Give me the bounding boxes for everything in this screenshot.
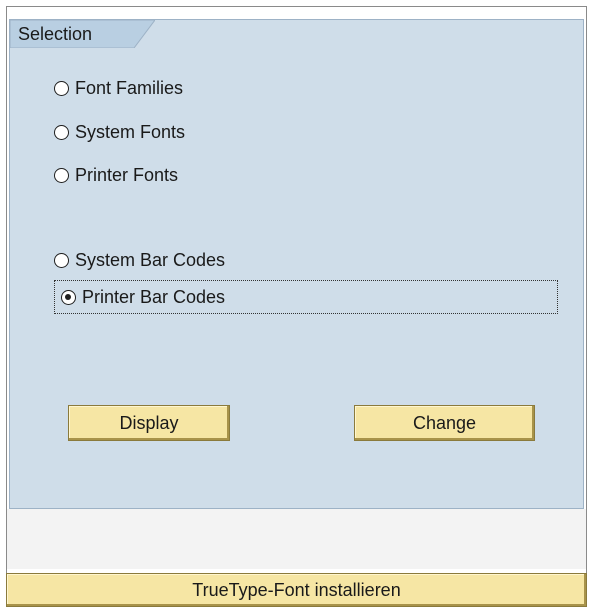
radio-label-font-families: Font Families [75,77,184,98]
radio-label-printer-fonts: Printer Fonts [75,164,179,185]
font-maintenance-window: Selection Font Families System Fonts Pri… [6,6,587,607]
radio-printer-fonts[interactable]: Printer Fonts [54,159,178,191]
radio-printer-bar-codes[interactable]: Printer Bar Codes [54,280,558,314]
radio-button-icon[interactable] [54,124,69,140]
radio-label-printer-bar-codes: Printer Bar Codes [82,286,226,307]
footer-strip [7,509,586,569]
radio-button-icon[interactable] [54,252,69,268]
radio-font-families[interactable]: Font Families [54,72,183,104]
radio-button-selected-icon[interactable] [61,289,76,305]
radio-system-bar-codes[interactable]: System Bar Codes [54,244,225,276]
selection-group-tab: Selection [10,20,155,48]
selection-group-box: Selection Font Families System Fonts Pri… [9,19,584,509]
radio-system-fonts[interactable]: System Fonts [54,116,185,148]
radio-label-system-fonts: System Fonts [75,121,186,142]
radio-button-icon[interactable] [54,167,69,183]
change-button[interactable]: Change [354,405,535,441]
selection-group-title: Selection [18,24,93,44]
display-button[interactable]: Display [68,405,230,441]
radio-button-icon[interactable] [54,80,69,96]
install-truetype-font-button[interactable]: TrueType-Font installieren [6,573,587,607]
radio-label-system-bar-codes: System Bar Codes [75,249,226,270]
